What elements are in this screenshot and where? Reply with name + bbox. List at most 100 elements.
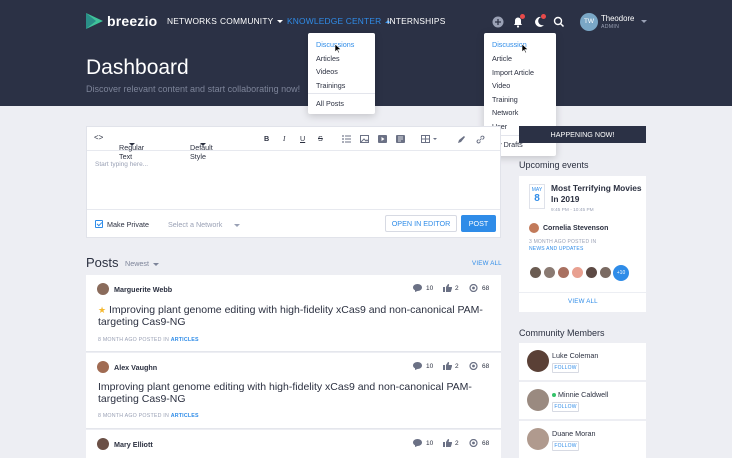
- member-avatar[interactable]: [527, 350, 549, 372]
- underline-icon[interactable]: U: [300, 135, 308, 143]
- follow-button[interactable]: FOLLOW: [552, 363, 579, 373]
- page-title: Dashboard: [86, 56, 189, 79]
- post-title[interactable]: Improving plant genome editing with high…: [98, 381, 488, 405]
- member-avatar[interactable]: [527, 428, 549, 450]
- member-avatar[interactable]: [527, 389, 549, 411]
- like-icon[interactable]: [443, 439, 452, 447]
- member-name[interactable]: Minnie Caldwell: [558, 390, 608, 399]
- event-title[interactable]: Most Terrifying Movies In 2019: [551, 183, 643, 205]
- post-meta: 8 MONTH AGO POSTED IN ARTICLES: [98, 337, 199, 343]
- host-avatar[interactable]: [529, 223, 539, 233]
- open-in-editor-button[interactable]: OPEN IN EDITOR: [385, 215, 457, 232]
- pen-icon[interactable]: [457, 135, 465, 143]
- post-card[interactable]: Mary Elliott 10 2 68: [86, 430, 501, 458]
- notifications-bell-icon[interactable]: [512, 14, 525, 28]
- chevron-down-icon: [234, 223, 241, 227]
- event-host[interactable]: Cornelia Stevenson: [543, 225, 608, 232]
- create-item-video[interactable]: Video: [492, 81, 510, 90]
- post-title[interactable]: ★ Improving plant genome editing with hi…: [98, 304, 488, 328]
- events-view-all-link[interactable]: VIEW ALL: [568, 298, 598, 305]
- breezio-logo-icon: [86, 13, 103, 29]
- post-author[interactable]: Mary Elliott: [114, 440, 153, 449]
- post-category-link[interactable]: ARTICLES: [171, 413, 199, 419]
- network-select-placeholder: Select a Network: [168, 220, 223, 229]
- create-item-article[interactable]: Article: [492, 54, 512, 63]
- post-card[interactable]: Alex Vaughn 10 2 68 Improving plant geno…: [86, 353, 501, 429]
- follow-button[interactable]: FOLLOW: [552, 441, 579, 451]
- post-author[interactable]: Alex Vaughn: [114, 363, 157, 372]
- attendee-avatar[interactable]: [585, 266, 598, 279]
- post-button[interactable]: POST: [461, 215, 496, 232]
- nav-networks[interactable]: NETWORKS: [167, 16, 217, 26]
- posts-view-all-link[interactable]: VIEW ALL: [472, 260, 502, 267]
- views-eye-icon: [469, 284, 478, 292]
- follow-button[interactable]: FOLLOW: [552, 402, 579, 412]
- search-icon[interactable]: [553, 15, 565, 28]
- event-category-link[interactable]: NEWS AND UPDATES: [529, 246, 584, 252]
- bold-icon[interactable]: B: [264, 135, 272, 143]
- attendee-avatar[interactable]: [557, 266, 570, 279]
- brand-name: breezio: [107, 13, 158, 29]
- comment-icon[interactable]: [413, 439, 422, 447]
- menu-item-trainings[interactable]: Trainings: [316, 81, 345, 90]
- menu-item-all-posts[interactable]: All Posts: [316, 99, 344, 108]
- attendee-avatar[interactable]: [529, 266, 542, 279]
- author-avatar[interactable]: [97, 283, 109, 295]
- like-icon[interactable]: [443, 284, 452, 292]
- table-icon[interactable]: [421, 135, 437, 143]
- document-icon[interactable]: [396, 135, 405, 143]
- member-name[interactable]: Duane Moran: [552, 429, 596, 438]
- nav-knowledge-center[interactable]: KNOWLEDGE CENTER: [287, 16, 392, 26]
- menu-divider: [308, 93, 375, 94]
- view-count: 68: [482, 440, 490, 447]
- create-item-network[interactable]: Network: [492, 108, 518, 117]
- happening-now-banner[interactable]: HAPPENING NOW!: [519, 126, 646, 143]
- comment-icon[interactable]: [413, 362, 422, 370]
- user-avatar[interactable]: TW: [580, 13, 598, 31]
- add-icon[interactable]: [492, 15, 504, 28]
- comment-count: 10: [426, 440, 434, 447]
- strikethrough-icon[interactable]: S: [318, 135, 326, 143]
- user-role: ADMIN: [601, 24, 620, 30]
- make-private-checkbox[interactable]: [95, 220, 103, 228]
- create-item-training[interactable]: Training: [492, 95, 518, 104]
- author-avatar[interactable]: [97, 438, 109, 450]
- upcoming-events-heading: Upcoming events: [519, 160, 589, 170]
- post-title-text: Improving plant genome editing with high…: [98, 304, 483, 328]
- create-item-import-article[interactable]: Import Article: [492, 68, 534, 77]
- attendee-avatar[interactable]: [599, 266, 612, 279]
- user-name[interactable]: Theodore: [601, 14, 634, 23]
- post-card[interactable]: Marguerite Webb 10 2 68 ★ Improving plan…: [86, 275, 501, 352]
- brand-logo[interactable]: breezio: [86, 13, 157, 29]
- like-icon[interactable]: [443, 362, 452, 370]
- author-avatar[interactable]: [97, 361, 109, 373]
- theme-toggle-icon[interactable]: [533, 14, 546, 27]
- post-category-link[interactable]: ARTICLES: [171, 337, 199, 343]
- nav-community[interactable]: COMMUNITY: [220, 16, 284, 26]
- italic-icon[interactable]: I: [283, 135, 291, 143]
- editor-toolbar: <> Regular Text Default Style B I U S: [87, 127, 500, 161]
- image-icon[interactable]: [360, 135, 370, 143]
- menu-item-articles[interactable]: Articles: [316, 54, 340, 63]
- nav-internships[interactable]: INTERNSHIPS: [387, 16, 446, 26]
- bullet-list-icon[interactable]: [342, 135, 351, 143]
- comment-icon[interactable]: [413, 284, 422, 292]
- editor-placeholder[interactable]: Start typing here...: [95, 161, 148, 168]
- more-attendees-badge[interactable]: +10: [613, 265, 629, 281]
- attendee-avatar[interactable]: [543, 266, 556, 279]
- like-count: 2: [455, 440, 459, 447]
- member-name[interactable]: Luke Coleman: [552, 351, 598, 360]
- video-icon[interactable]: [378, 135, 387, 143]
- user-menu-chevron-icon[interactable]: [641, 20, 647, 23]
- member-item: Luke Coleman FOLLOW: [519, 343, 646, 380]
- post-meta: 8 MONTH AGO POSTED IN ARTICLES: [98, 413, 199, 419]
- like-count: 2: [455, 285, 459, 292]
- attendee-avatar[interactable]: [571, 266, 584, 279]
- member-item: Duane Moran FOLLOW: [519, 421, 646, 458]
- post-author[interactable]: Marguerite Webb: [114, 285, 172, 294]
- code-view-icon[interactable]: <>: [94, 134, 103, 142]
- link-icon[interactable]: [476, 135, 485, 144]
- posts-sort-select[interactable]: Newest: [125, 259, 159, 268]
- network-select[interactable]: Select a Network: [168, 220, 241, 229]
- menu-item-videos[interactable]: Videos: [316, 67, 338, 76]
